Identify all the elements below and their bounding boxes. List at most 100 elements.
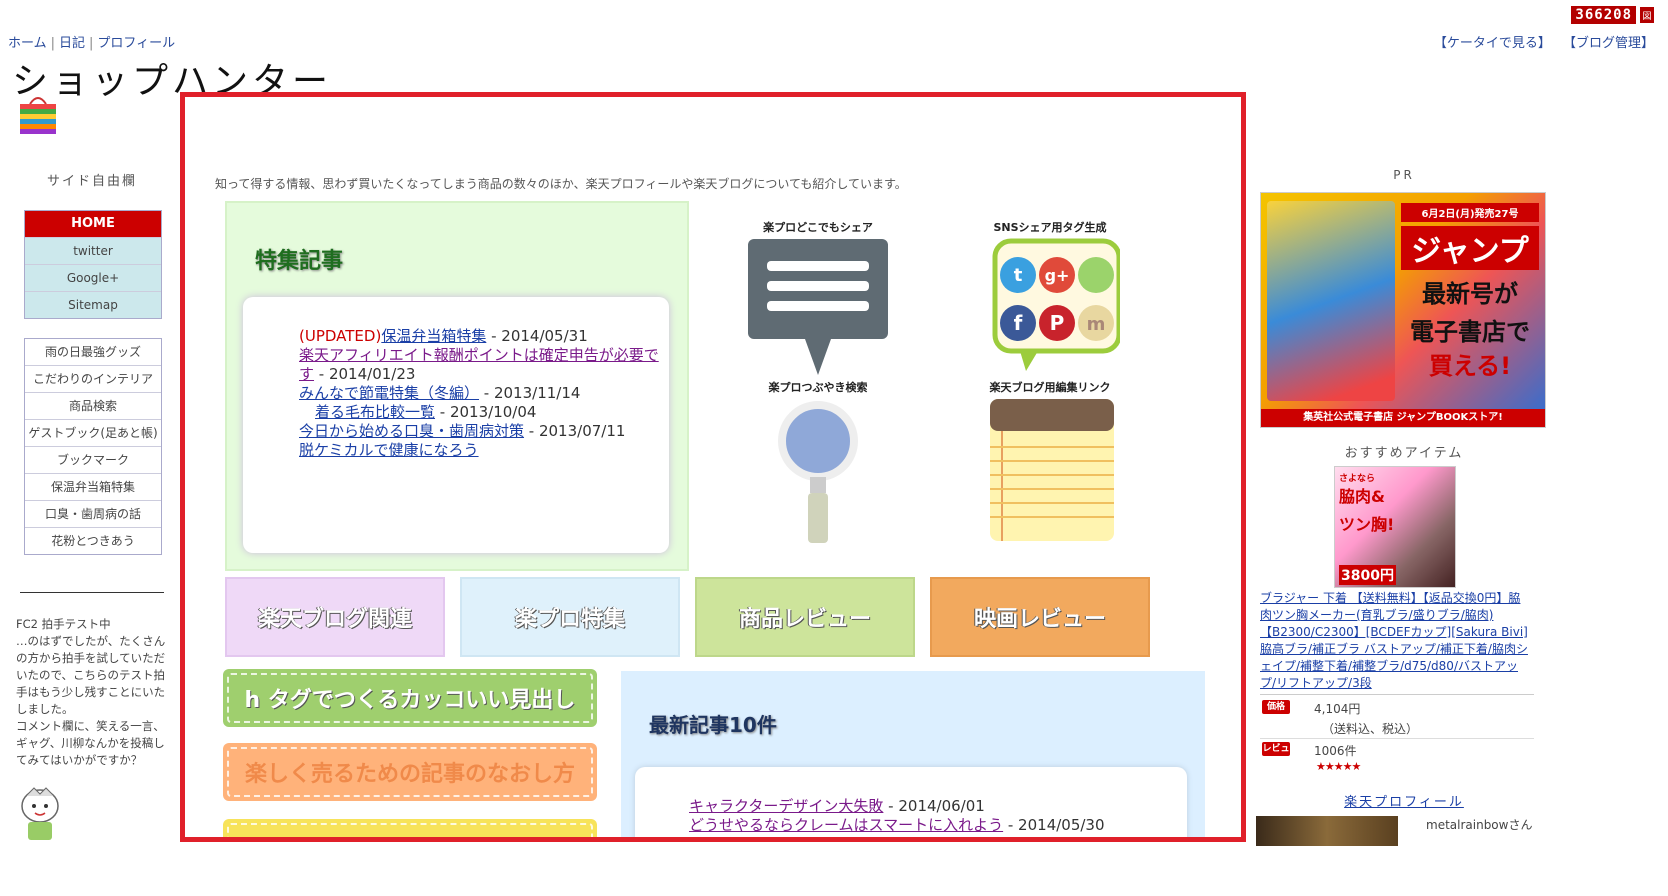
- menu-item-guestbook[interactable]: ゲストブック(足あと帳): [25, 420, 161, 447]
- menu-item-googleplus[interactable]: Google+: [25, 265, 161, 292]
- menu-item-lunchbox[interactable]: 保温弁当箱特集: [25, 474, 161, 501]
- ad-line1: 最新号が: [1422, 280, 1518, 308]
- latest-title: 最新記事10件: [649, 713, 777, 737]
- featured-title: 特集記事: [255, 249, 344, 274]
- tool-blog-edit-link[interactable]: 楽天ブログ用編集リンク: [965, 379, 1135, 549]
- sns-bubble-icon: t g+ f P m: [992, 238, 1122, 371]
- list-item: 楽天アフィリエイト報酬ポイントは確定申告が必要です - 2014/01/23: [299, 346, 659, 384]
- article-date: - 2014/01/23: [314, 365, 416, 383]
- svg-text:t: t: [1014, 265, 1023, 286]
- latest-list: キャラクターデザイン大失敗 - 2014/06/01 どうせやるならクレームはス…: [689, 797, 1105, 835]
- review-count: 1006件: [1314, 744, 1357, 758]
- tool-label: 楽天ブログ用編集リンク: [989, 381, 1111, 394]
- product-divider: [1260, 694, 1534, 695]
- tool-sns-tag[interactable]: SNSシェア用タグ生成 t g+ f P m: [965, 219, 1135, 379]
- face-icon: [1078, 257, 1114, 293]
- ribbon-article-fix[interactable]: 楽しく売るための記事のなおし方: [223, 743, 597, 801]
- pr-label: PR: [1393, 168, 1415, 182]
- svg-text:f: f: [1014, 311, 1023, 335]
- article-date: - 2014/05/31: [486, 327, 588, 345]
- tool-share-anywhere[interactable]: 楽プロどこでもシェア: [733, 219, 903, 381]
- nav-home-link[interactable]: ホーム: [8, 36, 47, 51]
- list-item: 今日から始める口臭・歯周病対策 - 2013/07/11: [299, 422, 659, 441]
- article-link[interactable]: 着る毛布比較一覧: [315, 403, 435, 421]
- rakuten-profile-link[interactable]: 楽天プロフィール: [1262, 791, 1546, 810]
- ad-brand: ジャンプ: [1401, 226, 1539, 270]
- menu-item-product-search[interactable]: 商品検索: [25, 393, 161, 420]
- mobile-view-link[interactable]: 【ケータイで見る】: [1434, 36, 1551, 51]
- menu-item-home[interactable]: HOME: [25, 211, 161, 238]
- tool-label: 楽プロつぶやき検索: [768, 381, 868, 394]
- tool-label: 楽プロどこでもシェア: [763, 221, 873, 234]
- article-link[interactable]: 保温弁当箱特集: [381, 327, 486, 345]
- product-divider: [1260, 738, 1534, 739]
- sidebar-divider: [20, 592, 164, 593]
- list-item: 脱ケミカルで健康になろう: [299, 441, 659, 460]
- main-menu: HOME twitter Google+ Sitemap: [24, 210, 162, 319]
- list-item: 着る毛布比較一覧 - 2013/10/04: [299, 403, 659, 422]
- category-product-review[interactable]: 商品レビュー: [695, 577, 915, 657]
- price-tag: 価格: [1262, 700, 1290, 714]
- top-links: 【ケータイで見る】 【ブログ管理】: [1426, 32, 1654, 51]
- main-content-frame: 知って得する情報、思わず買いたくなってしまう商品の数々のほか、楽天プロフィールや…: [180, 92, 1246, 842]
- list-item: キャラクターデザイン大失敗 - 2014/06/01: [689, 797, 1105, 816]
- category-rakupro[interactable]: 楽プロ特集: [460, 577, 680, 657]
- access-counter: 366208 図: [1571, 6, 1654, 24]
- blog-admin-link[interactable]: 【ブログ管理】: [1563, 36, 1654, 51]
- featured-list-card: (UPDATED)保温弁当箱特集 - 2014/05/31 楽天アフィリエイト報…: [243, 297, 669, 553]
- article-date: - 2013/07/11: [524, 422, 626, 440]
- menu-item-bookmark[interactable]: ブックマーク: [25, 447, 161, 474]
- character-icon[interactable]: [16, 786, 64, 842]
- menu-item-rain-goods[interactable]: 雨の日最強グッズ: [25, 339, 161, 366]
- product-image[interactable]: さよなら 脇肉& ツン胸! 3800円: [1334, 466, 1456, 588]
- ad-magazine-cover: [1267, 201, 1395, 401]
- menu-item-twitter[interactable]: twitter: [25, 238, 161, 265]
- top-nav: ホーム | 日記 | プロフィール: [8, 32, 175, 51]
- price-note: （送料込、税込）: [1322, 722, 1419, 736]
- nav-profile-link[interactable]: プロフィール: [97, 36, 175, 51]
- svg-text:P: P: [1050, 311, 1065, 335]
- article-date: - 2013/11/14: [479, 384, 581, 402]
- category-movie-review[interactable]: 映画レビュー: [930, 577, 1150, 657]
- speech-bubble-icon: [748, 239, 888, 375]
- article-date: - 2013/10/04: [435, 403, 537, 421]
- article-link[interactable]: キャラクターデザイン大失敗: [689, 797, 883, 815]
- jump-ad-banner[interactable]: 6月2日(月)発売27号 ジャンプ 最新号が 電子書店で 買える! 集英社公式電…: [1260, 192, 1546, 428]
- shopping-bag-icon: [18, 94, 58, 136]
- rating-stars: ★★★★★: [1316, 760, 1361, 773]
- svg-text:g+: g+: [1045, 266, 1070, 285]
- list-item: みんなで節電特集（冬編） - 2013/11/14: [299, 384, 659, 403]
- profile-name: metalrainbowさん: [1426, 818, 1533, 832]
- updated-badge: (UPDATED): [299, 327, 382, 345]
- counter-graph-icon[interactable]: 図: [1640, 7, 1654, 23]
- article-link[interactable]: みんなで節電特集（冬編）: [299, 384, 479, 402]
- ribbon-heading-tags[interactable]: h タグでつくるカッコいい見出し: [223, 669, 597, 727]
- article-link[interactable]: どうせやるならクレームはスマートに入れよう: [689, 816, 1003, 834]
- article-link[interactable]: 脱ケミカルで健康になろう: [299, 441, 479, 459]
- nav-separator: |: [89, 36, 94, 51]
- ribbon-label: 楽しく売るための記事のなおし方: [244, 762, 575, 787]
- article-date: - 2014/05/30: [1003, 816, 1105, 834]
- svg-text:m: m: [1087, 314, 1106, 335]
- menu-item-pollen[interactable]: 花粉とつきあう: [25, 528, 161, 554]
- list-item: (UPDATED)保温弁当箱特集 - 2014/05/31: [299, 327, 659, 346]
- notepad-icon: [990, 399, 1114, 541]
- menu-item-interior[interactable]: こだわりのインテリア: [25, 366, 161, 393]
- product-img-price: 3800円: [1339, 565, 1396, 585]
- menu-item-sitemap[interactable]: Sitemap: [25, 292, 161, 318]
- latest-articles-box: 最新記事10件 キャラクターデザイン大失敗 - 2014/06/01 どうせやる…: [621, 671, 1205, 837]
- product-price: 4,104円: [1314, 702, 1361, 716]
- article-link[interactable]: 今日から始める口臭・歯周病対策: [299, 422, 524, 440]
- tool-tweet-search[interactable]: 楽プロつぶやき検索: [733, 379, 903, 549]
- ad-line2: 電子書店で: [1410, 318, 1530, 346]
- latest-list-card: キャラクターデザイン大失敗 - 2014/06/01 どうせやるならクレームはス…: [635, 767, 1187, 837]
- ad-date: 6月2日(月)発売27号: [1401, 203, 1539, 222]
- product-name-link[interactable]: ブラジャー 下着 【送料無料】【返品交換0円】脇肉ツン胸メーカー(育乳ブラ/盛り…: [1260, 590, 1532, 692]
- featured-articles-box: 特集記事 (UPDATED)保温弁当箱特集 - 2014/05/31 楽天アフィ…: [225, 201, 689, 571]
- profile-image[interactable]: [1256, 816, 1398, 846]
- ribbon-yellow[interactable]: [223, 819, 597, 837]
- nav-diary-link[interactable]: 日記: [59, 36, 85, 51]
- category-rakuten-blog[interactable]: 楽天ブログ関連: [225, 577, 445, 657]
- menu-item-breath[interactable]: 口臭・歯周病の話: [25, 501, 161, 528]
- intro-text: 知って得する情報、思わず買いたくなってしまう商品の数々のほか、楽天プロフィールや…: [215, 177, 907, 191]
